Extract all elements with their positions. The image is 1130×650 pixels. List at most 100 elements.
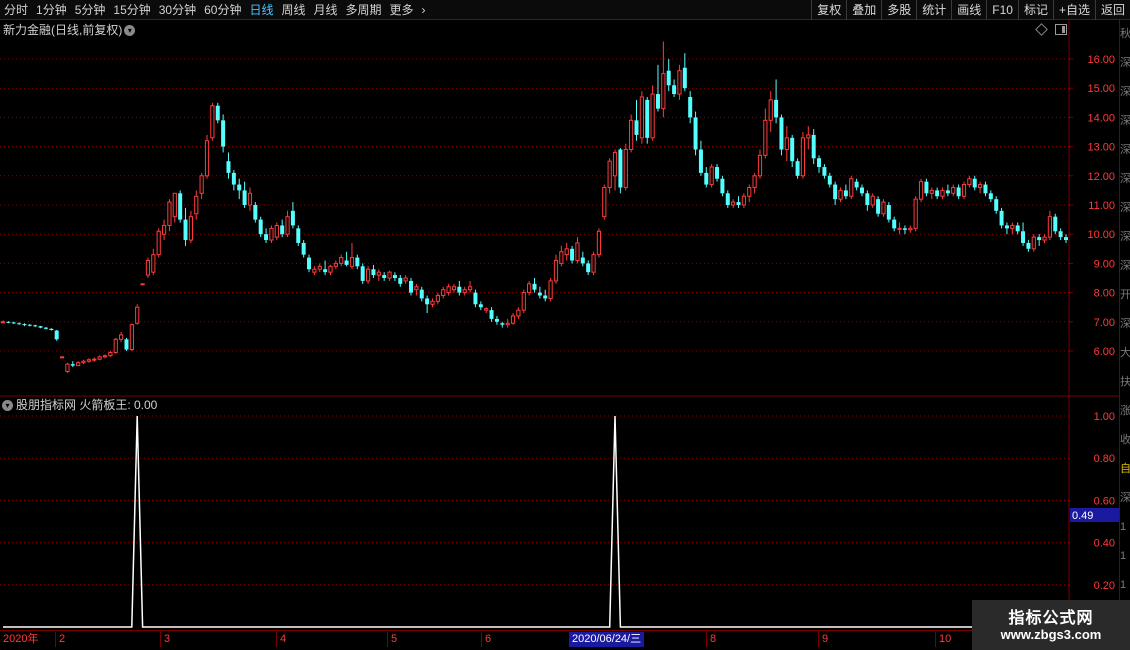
candle-body: [317, 265, 322, 270]
candle-body: [59, 356, 65, 359]
side-list-item[interactable]: 自: [1120, 455, 1130, 484]
toolbar-button[interactable]: 画线: [951, 0, 986, 20]
candle-body: [484, 308, 489, 311]
candle-body: [774, 99, 779, 118]
price-axis-label: 12.00: [1087, 171, 1115, 183]
side-list-item[interactable]: 深: [1120, 136, 1130, 165]
side-list-item[interactable]: 深: [1120, 223, 1130, 252]
candle-body: [70, 364, 75, 366]
candle-body: [414, 286, 419, 291]
candle-body: [49, 328, 54, 330]
period-tab[interactable]: 周线: [277, 0, 309, 20]
side-list-item[interactable]: 开: [1120, 281, 1130, 310]
candle-body: [462, 289, 467, 294]
candle-body: [607, 160, 612, 188]
candle-body: [435, 295, 440, 302]
month-label: 2: [55, 632, 65, 647]
side-list-item[interactable]: 1: [1120, 571, 1130, 600]
candle-body: [747, 186, 752, 197]
candle-body: [570, 248, 575, 261]
date-axis: 2020年 2 3 4 5 6 8 9 10 2020/06/24/三: [0, 630, 1130, 650]
candle-body: [1053, 216, 1058, 232]
side-list-item[interactable]: 1: [1120, 542, 1130, 571]
toolbar-button[interactable]: 返回: [1094, 0, 1130, 20]
side-list-item[interactable]: 扶: [1120, 368, 1130, 397]
period-tab[interactable]: 60分钟: [200, 0, 245, 20]
candle-body: [709, 166, 714, 186]
candle-body: [972, 178, 977, 188]
chevron-right-icon[interactable]: ›: [418, 0, 430, 20]
candle-body: [564, 248, 569, 256]
candle-body: [430, 300, 435, 305]
candle-body: [473, 292, 478, 305]
toolbar-button[interactable]: 多股: [881, 0, 916, 20]
side-list-item[interactable]: 1: [1120, 513, 1130, 542]
period-tab[interactable]: 多周期: [342, 0, 386, 20]
side-list-item[interactable]: 深: [1120, 78, 1130, 107]
panel-toggle-icon[interactable]: [1055, 24, 1067, 35]
candle-body: [392, 275, 397, 278]
period-tab[interactable]: 30分钟: [155, 0, 200, 20]
candle-body: [178, 193, 183, 220]
period-tab[interactable]: 分时: [0, 0, 32, 20]
right-side-list[interactable]: 秋深深深深深深深深开深大扶涨收自深11111: [1119, 20, 1130, 630]
indicator-series-line: [3, 415, 1066, 628]
candle-body: [344, 260, 349, 265]
candle-body: [215, 105, 220, 121]
candle-body: [349, 257, 355, 267]
side-list-item[interactable]: 秋: [1120, 20, 1130, 49]
month-label: 3: [160, 632, 170, 647]
candle-body: [951, 186, 956, 194]
candle-body: [274, 224, 279, 238]
candle-body: [741, 195, 746, 206]
candle-body: [43, 327, 48, 329]
candle-body: [602, 186, 607, 218]
candle-body: [677, 70, 682, 95]
toolbar-button[interactable]: +自选: [1052, 0, 1095, 20]
side-list-item[interactable]: 深: [1120, 484, 1130, 513]
period-tabs: 分时 1分钟 5分钟 15分钟 30分钟 60分钟 日线 周线 月线 多周期 更多 ›: [0, 0, 430, 20]
period-tab[interactable]: 5分钟: [71, 0, 110, 20]
period-tab[interactable]: 更多: [386, 0, 418, 20]
chart-canvas[interactable]: 16.0015.0014.0013.0012.0011.0010.009.008…: [0, 0, 1130, 650]
side-list-item[interactable]: 深: [1120, 165, 1130, 194]
side-list-item[interactable]: 深: [1120, 252, 1130, 281]
toolbar-button[interactable]: 叠加: [846, 0, 881, 20]
period-tab[interactable]: 日线: [245, 0, 277, 20]
candle-body: [81, 360, 86, 364]
period-tab[interactable]: 月线: [310, 0, 342, 20]
candle-body: [956, 187, 961, 197]
side-list-item[interactable]: 深: [1120, 49, 1130, 78]
candle-body: [870, 195, 875, 206]
candle-body: [22, 324, 27, 326]
chevron-down-icon[interactable]: ▾: [2, 400, 13, 412]
candle-body: [226, 161, 231, 173]
toolbar-button[interactable]: 统计: [916, 0, 951, 20]
side-list-item[interactable]: 收: [1120, 426, 1130, 455]
side-list-item[interactable]: 大: [1120, 339, 1130, 368]
candle-body: [892, 219, 897, 229]
period-tab[interactable]: 1分钟: [32, 0, 71, 20]
candle-body: [618, 149, 623, 188]
candle-body: [258, 219, 263, 235]
toolbar-button[interactable]: 复权: [811, 0, 846, 20]
candle-body: [586, 263, 591, 273]
side-list-item[interactable]: 深: [1120, 194, 1130, 223]
toolbar-button[interactable]: 标记: [1017, 0, 1053, 20]
candle-body: [704, 172, 709, 185]
side-list-item[interactable]: 涨: [1120, 397, 1130, 426]
side-list-item[interactable]: 深: [1120, 107, 1130, 136]
candle-body: [886, 205, 891, 220]
chevron-down-icon[interactable]: ▾: [124, 25, 136, 37]
period-tab[interactable]: 15分钟: [109, 0, 154, 20]
candle-body: [194, 195, 199, 215]
candle-body: [1064, 237, 1068, 241]
candle-body: [161, 224, 167, 235]
candle-body: [843, 190, 848, 197]
candle-body: [752, 175, 757, 188]
candle-body: [0, 321, 6, 324]
date-cursor-label: 2020/06/24/三: [569, 632, 645, 647]
candle-body: [521, 292, 526, 311]
toolbar-button[interactable]: F10: [986, 0, 1018, 20]
side-list-item[interactable]: 深: [1120, 310, 1130, 339]
